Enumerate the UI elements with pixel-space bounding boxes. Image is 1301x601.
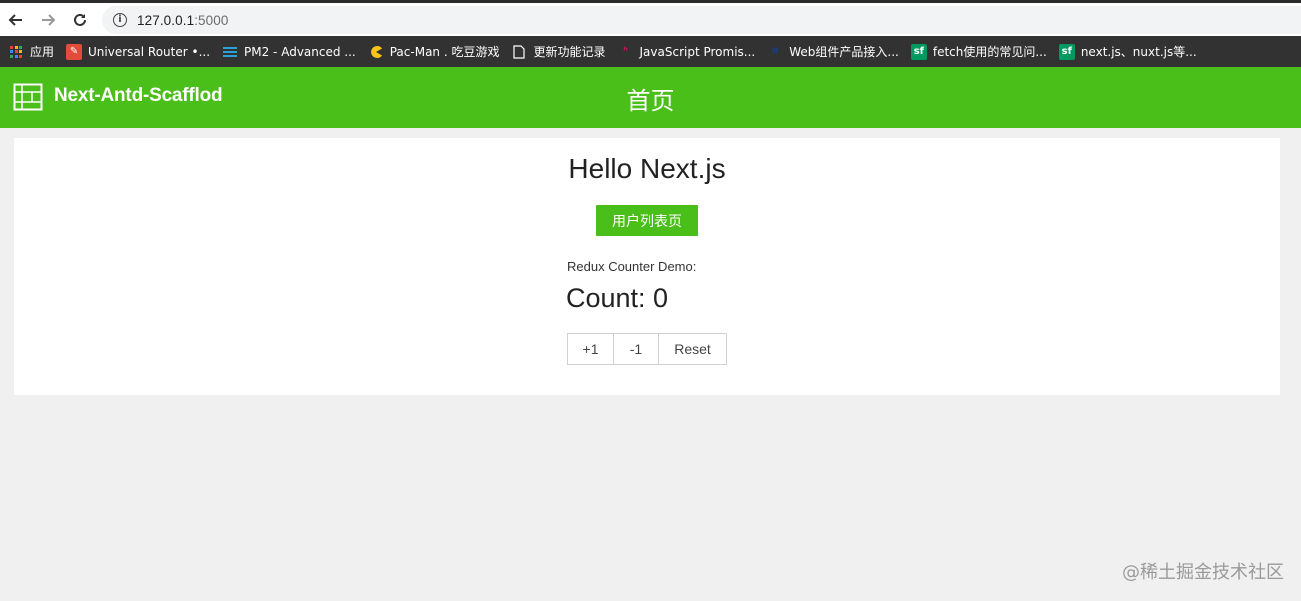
bookmark-nextjs[interactable]: sf next.js、nuxt.js等... bbox=[1058, 43, 1197, 60]
pdf-icon: ✎ bbox=[66, 43, 83, 60]
bookmark-label: 应用 bbox=[30, 45, 55, 59]
bookmark-label: JavaScript Promis... bbox=[639, 44, 756, 59]
increment-button[interactable]: +1 bbox=[567, 333, 614, 365]
puzzle-icon: ✖ bbox=[771, 46, 780, 57]
pacman-icon bbox=[368, 44, 384, 60]
bookmark-label: fetch使用的常见问... bbox=[932, 45, 1047, 59]
bookmark-label: 更新功能记录 bbox=[533, 45, 606, 59]
bookmark-pacman[interactable]: Pac-Man . 吃豆游戏 bbox=[368, 43, 500, 60]
apps-grid-icon bbox=[8, 44, 24, 60]
sf-icon: sf bbox=[910, 43, 927, 60]
pm2-icon bbox=[222, 44, 238, 60]
sf-icon: sf bbox=[1058, 43, 1075, 60]
reset-button[interactable]: Reset bbox=[658, 333, 727, 365]
decrement-button[interactable]: -1 bbox=[613, 333, 659, 365]
back-arrow-icon bbox=[8, 14, 22, 26]
js-icon: ʰ bbox=[623, 46, 628, 57]
url-text: 127.0.0.1:5000 bbox=[137, 13, 229, 28]
redux-demo-label: Redux Counter Demo: bbox=[567, 259, 697, 274]
reload-button[interactable] bbox=[69, 9, 91, 31]
url-host: 127.0.0.1 bbox=[137, 12, 195, 28]
bookmark-label: next.js、nuxt.js等... bbox=[1080, 45, 1197, 59]
bookmark-fetch[interactable]: sf fetch使用的常见问... bbox=[910, 43, 1047, 60]
bookmark-label: Web组件产品接入... bbox=[789, 45, 899, 59]
bookmark-label: Universal Router •... bbox=[88, 44, 211, 59]
bookmarks-bar: 应用 ✎ Universal Router •... PM2 - Advance… bbox=[0, 36, 1301, 67]
bookmark-pm2[interactable]: PM2 - Advanced ... bbox=[222, 44, 356, 60]
bookmark-label: PM2 - Advanced ... bbox=[244, 44, 356, 59]
reload-icon bbox=[74, 13, 86, 26]
hello-heading: Hello Next.js bbox=[568, 153, 726, 184]
forward-arrow-icon bbox=[42, 14, 56, 26]
browser-toolbar: i 127.0.0.1:5000 bbox=[0, 0, 1301, 36]
info-icon[interactable]: i bbox=[113, 13, 127, 27]
bookmark-js-promise[interactable]: ʰ JavaScript Promis... bbox=[618, 44, 756, 60]
content-card: Hello Next.js 用户列表页 Redux Counter Demo: … bbox=[14, 138, 1280, 395]
page-title: 首页 bbox=[626, 87, 675, 115]
bookmark-web-component[interactable]: ✖ Web组件产品接入... bbox=[767, 43, 899, 60]
document-icon bbox=[511, 44, 527, 60]
bookmark-changelog[interactable]: 更新功能记录 bbox=[511, 43, 606, 60]
bookmark-label: Pac-Man . 吃豆游戏 bbox=[389, 45, 500, 59]
watermark: @稀土掘金技术社区 bbox=[1122, 562, 1284, 583]
back-button[interactable] bbox=[5, 9, 27, 31]
forward-button[interactable] bbox=[37, 9, 59, 31]
app-header: Next-Antd-Scafflod 首页 bbox=[0, 67, 1301, 128]
address-bar[interactable]: i 127.0.0.1:5000 bbox=[102, 6, 1301, 34]
url-port: :5000 bbox=[194, 12, 229, 28]
count-display: Count: 0 bbox=[566, 283, 669, 313]
bookmark-apps[interactable]: 应用 bbox=[8, 43, 54, 60]
counter-button-group: +1 -1 Reset bbox=[567, 333, 727, 365]
user-list-button[interactable]: 用户列表页 bbox=[596, 205, 698, 236]
bookmark-universal-router[interactable]: ✎ Universal Router •... bbox=[66, 43, 211, 60]
